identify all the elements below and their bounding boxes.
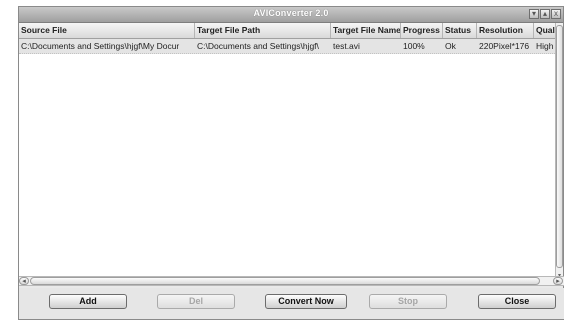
cell-target-file-path: C:\Documents and Settings\hjgf\: [197, 41, 319, 51]
button-bar: Add Del Convert Now Stop Close: [19, 288, 564, 319]
window-title: AVIConverter 2.0: [253, 8, 329, 18]
app-window: AVIConverter 2.0 ▾ ▴ x Source File Targe…: [18, 6, 564, 320]
conversion-table: Source File Target File Path Target File…: [19, 23, 557, 283]
col-header-target-file-name[interactable]: Target File Name: [331, 23, 401, 38]
scroll-left-icon[interactable]: ◂: [19, 277, 29, 285]
cell-quality: High: [536, 41, 554, 51]
table-header: Source File Target File Path Target File…: [19, 23, 557, 39]
stop-button[interactable]: Stop: [369, 294, 447, 309]
convert-now-button[interactable]: Convert Now: [265, 294, 347, 309]
horizontal-scroll-thumb[interactable]: [30, 277, 540, 285]
maximize-button[interactable]: ▴: [540, 9, 550, 19]
window-controls: ▾ ▴ x: [529, 9, 561, 19]
col-header-progress[interactable]: Progress: [401, 23, 443, 38]
col-header-status[interactable]: Status: [443, 23, 477, 38]
minimize-button[interactable]: ▾: [529, 9, 539, 19]
cell-target-file-name: test.avi: [333, 41, 360, 51]
horizontal-scrollbar[interactable]: ◂ ▸: [19, 276, 564, 286]
vertical-scrollbar[interactable]: ▾: [555, 23, 563, 282]
vertical-scroll-thumb[interactable]: [556, 25, 563, 268]
col-header-target-file-path[interactable]: Target File Path: [195, 23, 331, 38]
scroll-right-icon[interactable]: ▸: [553, 277, 563, 285]
col-header-resolution[interactable]: Resolution: [477, 23, 534, 38]
close-window-button[interactable]: x: [551, 9, 561, 19]
title-bar[interactable]: AVIConverter 2.0 ▾ ▴ x: [19, 7, 563, 23]
del-button[interactable]: Del: [157, 294, 235, 309]
close-button[interactable]: Close: [478, 294, 556, 309]
col-header-source-file[interactable]: Source File: [19, 23, 195, 38]
cell-source-file: C:\Documents and Settings\hjgf\My Docur: [21, 41, 180, 51]
add-button[interactable]: Add: [49, 294, 127, 309]
cell-status: Ok: [445, 41, 456, 51]
col-header-quality[interactable]: Qual: [534, 23, 557, 38]
table-row[interactable]: C:\Documents and Settings\hjgf\My Docur …: [19, 39, 557, 54]
cell-resolution: 220Pixel*176: [479, 41, 530, 51]
cell-progress: 100%: [403, 41, 425, 51]
